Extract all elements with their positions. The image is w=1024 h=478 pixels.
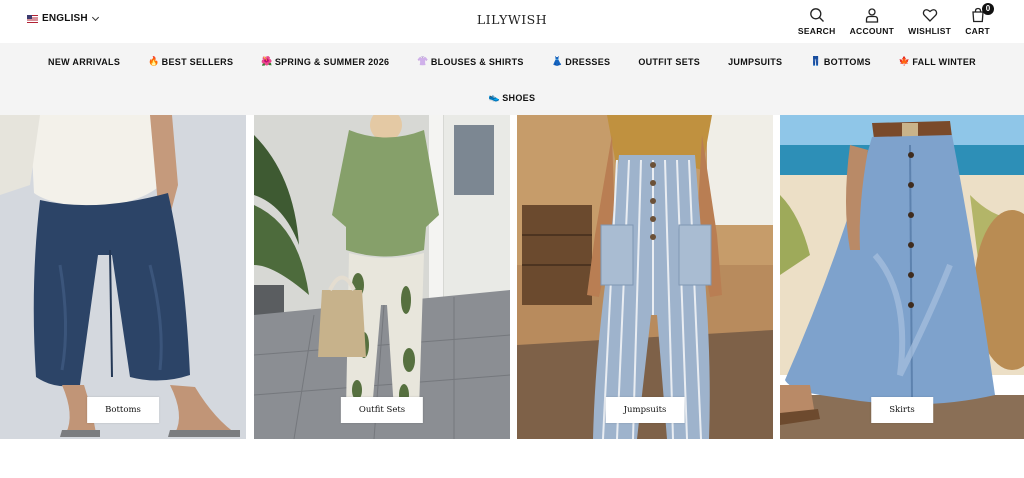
main-navigation: NEW ARRIVALS 🔥 BEST SELLERS 🌺 SPRING & S… xyxy=(0,43,1024,115)
dress-icon: 👗 xyxy=(551,56,564,66)
nav-outfit-sets[interactable]: OUTFIT SETS xyxy=(638,57,700,67)
heart-icon xyxy=(922,9,937,22)
user-icon xyxy=(865,8,879,23)
nav-dresses[interactable]: 👗 DRESSES xyxy=(552,56,611,67)
nav-label: JUMPSUITS xyxy=(728,56,783,67)
wishlist-label: WISHLIST xyxy=(908,26,952,36)
nav-jumpsuits[interactable]: JUMPSUITS xyxy=(728,57,782,67)
search-icon xyxy=(809,8,824,22)
jeans-icon: 👖 xyxy=(810,56,822,66)
nav-blouses-shirts[interactable]: 👚 BLOUSES & SHIRTS xyxy=(417,56,523,67)
category-tile-bottoms[interactable]: Bottoms xyxy=(0,115,246,439)
cart-count-badge: 0 xyxy=(982,3,994,15)
nav-label: BEST SELLERS xyxy=(161,56,234,67)
fire-icon: 🔥 xyxy=(148,56,160,66)
nav-label: OUTFIT SETS xyxy=(638,56,701,67)
nav-shoes[interactable]: 👟 SHOES xyxy=(489,92,536,103)
blouse-icon: 👚 xyxy=(417,56,429,66)
nav-spring-summer[interactable]: 🌺 SPRING & SUMMER 2026 xyxy=(261,56,389,67)
top-header: ENGLISH LILYWISH SEARCH ACCOUNT WISHLIST xyxy=(0,0,1024,43)
category-label: Jumpsuits xyxy=(605,397,685,423)
category-tile-outfit-sets[interactable]: Outfit Sets xyxy=(254,115,510,439)
account-label: ACCOUNT xyxy=(849,26,895,36)
nav-bottoms[interactable]: 👖 BOTTOMS xyxy=(810,56,870,67)
nav-label: BOTTOMS xyxy=(823,56,871,67)
shoe-icon: 👟 xyxy=(488,92,501,102)
blue-button-skirt-photo xyxy=(780,115,1024,439)
nav-label: SPRING & SUMMER 2026 xyxy=(274,56,390,67)
header-tools: SEARCH ACCOUNT WISHLIST 0 CART xyxy=(784,3,994,36)
flower-icon: 🌺 xyxy=(261,56,273,66)
nav-best-sellers[interactable]: 🔥 BEST SELLERS xyxy=(148,56,233,67)
navy-linen-pants-photo xyxy=(0,115,246,439)
nav-label: FALL WINTER xyxy=(912,56,976,67)
nav-new-arrivals[interactable]: NEW ARRIVALS xyxy=(48,57,120,67)
cart-label: CART xyxy=(965,26,990,36)
nav-label: NEW ARRIVALS xyxy=(48,56,121,67)
category-label: Bottoms xyxy=(87,397,159,423)
striped-denim-jumpsuit-photo xyxy=(517,115,773,439)
category-label: Skirts xyxy=(871,397,933,423)
account-button[interactable]: ACCOUNT xyxy=(850,7,895,36)
nav-label: BLOUSES & SHIRTS xyxy=(430,56,524,67)
search-button[interactable]: SEARCH xyxy=(798,7,836,36)
nav-label: DRESSES xyxy=(565,56,611,67)
green-top-floral-pants-photo xyxy=(254,115,510,439)
category-tile-jumpsuits[interactable]: Jumpsuits xyxy=(517,115,773,439)
nav-label: SHOES xyxy=(502,92,536,103)
cart-button[interactable]: 0 CART xyxy=(965,3,994,36)
maple-leaf-icon: 🍁 xyxy=(898,56,911,66)
category-label: Outfit Sets xyxy=(340,397,424,423)
nav-row-2: 👟 SHOES xyxy=(0,92,1024,103)
nav-fall-winter[interactable]: 🍁 FALL WINTER xyxy=(899,56,976,67)
search-label: SEARCH xyxy=(797,26,836,36)
nav-row-1: NEW ARRIVALS 🔥 BEST SELLERS 🌺 SPRING & S… xyxy=(0,56,1024,67)
category-tile-skirts[interactable]: Skirts xyxy=(780,115,1024,439)
wishlist-button[interactable]: WISHLIST xyxy=(908,7,951,36)
